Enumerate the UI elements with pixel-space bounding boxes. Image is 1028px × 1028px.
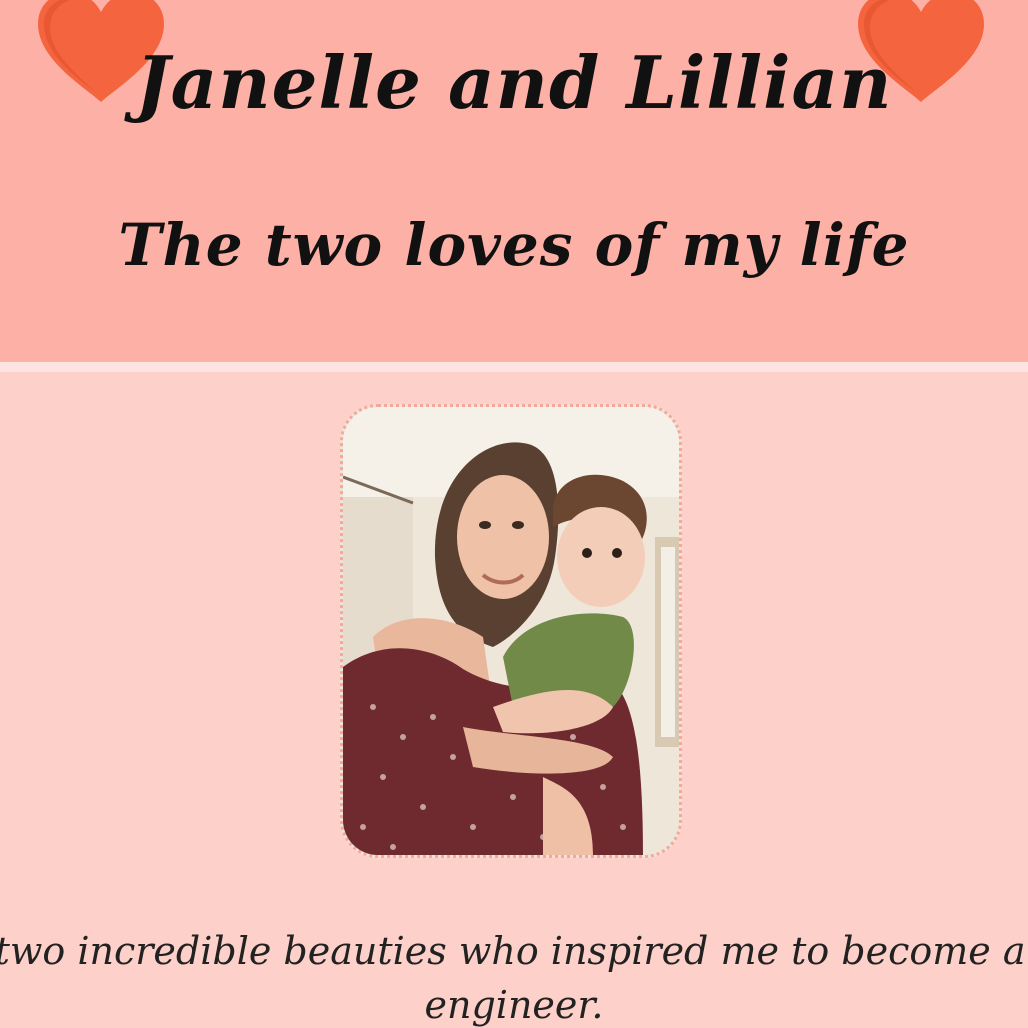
caption-text-continued: engineer. xyxy=(424,983,604,1027)
family-photo xyxy=(340,404,682,858)
header-banner: Janelle and Lillian The two loves of my … xyxy=(0,0,1028,362)
main-content: e two incredible beauties who inspired m… xyxy=(0,372,1028,1028)
section-divider xyxy=(0,362,1028,372)
page-title: Janelle and Lillian xyxy=(135,40,893,125)
caption-text: e two incredible beauties who inspired m… xyxy=(0,929,1028,973)
page-subtitle: The two loves of my life xyxy=(118,211,910,279)
